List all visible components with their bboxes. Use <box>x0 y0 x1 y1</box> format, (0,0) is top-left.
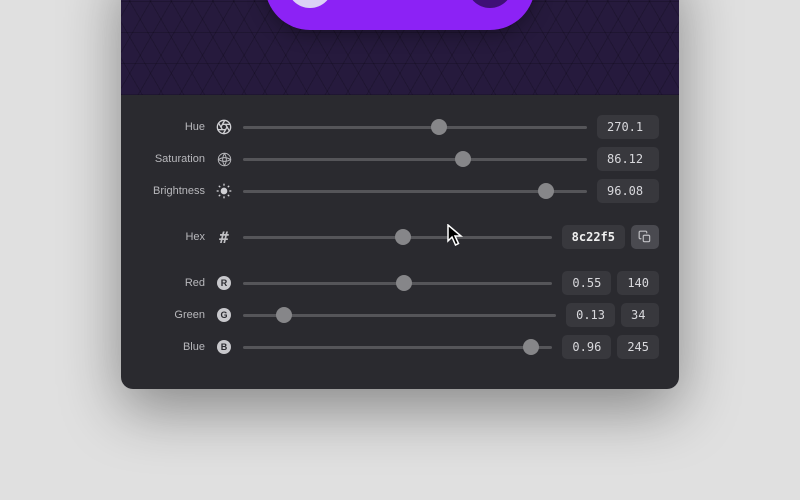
brightness-label: Brightness <box>133 185 205 197</box>
hex-group: Hex # 8c22f5 <box>133 221 659 253</box>
brightness-row: Brightness 96.08 <box>133 175 659 207</box>
color-preview-area <box>121 0 679 95</box>
g-badge-icon: G <box>215 306 233 324</box>
red-slider[interactable] <box>243 269 552 297</box>
hue-slider[interactable] <box>243 113 587 141</box>
b-badge-icon: B <box>215 338 233 356</box>
color-swatch[interactable] <box>265 0 535 30</box>
hsb-group: Hue 270.1 Saturat <box>133 111 659 207</box>
copy-hex-button[interactable] <box>631 225 659 249</box>
brightness-field[interactable]: 96.08 <box>597 179 659 203</box>
saturation-slider[interactable] <box>243 145 587 173</box>
blue-slider-thumb[interactable] <box>523 339 539 355</box>
red-row: Red R 0.55 140 <box>133 267 659 299</box>
saturation-label: Saturation <box>133 153 205 165</box>
red-label: Red <box>133 277 205 289</box>
hex-label: Hex <box>133 231 205 243</box>
color-picker-panel: Hue 270.1 Saturat <box>121 0 679 389</box>
rgb-group: Red R 0.55 140 Green G <box>133 267 659 363</box>
tint-dot <box>287 0 333 8</box>
green-slider-thumb[interactable] <box>276 307 292 323</box>
hex-slider-thumb[interactable] <box>395 229 411 245</box>
blue-label: Blue <box>133 341 205 353</box>
hue-row: Hue 270.1 <box>133 111 659 143</box>
red-slider-thumb[interactable] <box>396 275 412 291</box>
hue-slider-thumb[interactable] <box>431 119 447 135</box>
hex-row: Hex # 8c22f5 <box>133 221 659 253</box>
blue-slider[interactable] <box>243 333 552 361</box>
red-int-field[interactable]: 140 <box>617 271 659 295</box>
brightness-slider-thumb[interactable] <box>538 183 554 199</box>
saturation-field[interactable]: 86.12 <box>597 147 659 171</box>
green-slider[interactable] <box>243 301 556 329</box>
mesh-icon <box>215 150 233 168</box>
red-float-field[interactable]: 0.55 <box>562 271 611 295</box>
green-label: Green <box>133 309 205 321</box>
green-int-field[interactable]: 34 <box>621 303 659 327</box>
sun-icon <box>215 182 233 200</box>
hash-icon: # <box>215 228 233 247</box>
brightness-slider[interactable] <box>243 177 587 205</box>
blue-int-field[interactable]: 245 <box>617 335 659 359</box>
green-row: Green G 0.13 34 <box>133 299 659 331</box>
hue-field[interactable]: 270.1 <box>597 115 659 139</box>
blue-float-field[interactable]: 0.96 <box>562 335 611 359</box>
blue-row: Blue B 0.96 245 <box>133 331 659 363</box>
controls-area: Hue 270.1 Saturat <box>121 95 679 389</box>
green-float-field[interactable]: 0.13 <box>566 303 615 327</box>
aperture-icon <box>215 118 233 136</box>
hue-label: Hue <box>133 121 205 133</box>
saturation-row: Saturation 86.12 <box>133 143 659 175</box>
r-badge-icon: R <box>215 274 233 292</box>
hex-field[interactable]: 8c22f5 <box>562 225 625 249</box>
saturation-slider-thumb[interactable] <box>455 151 471 167</box>
hex-slider[interactable] <box>243 223 552 251</box>
shade-dot <box>467 0 513 8</box>
